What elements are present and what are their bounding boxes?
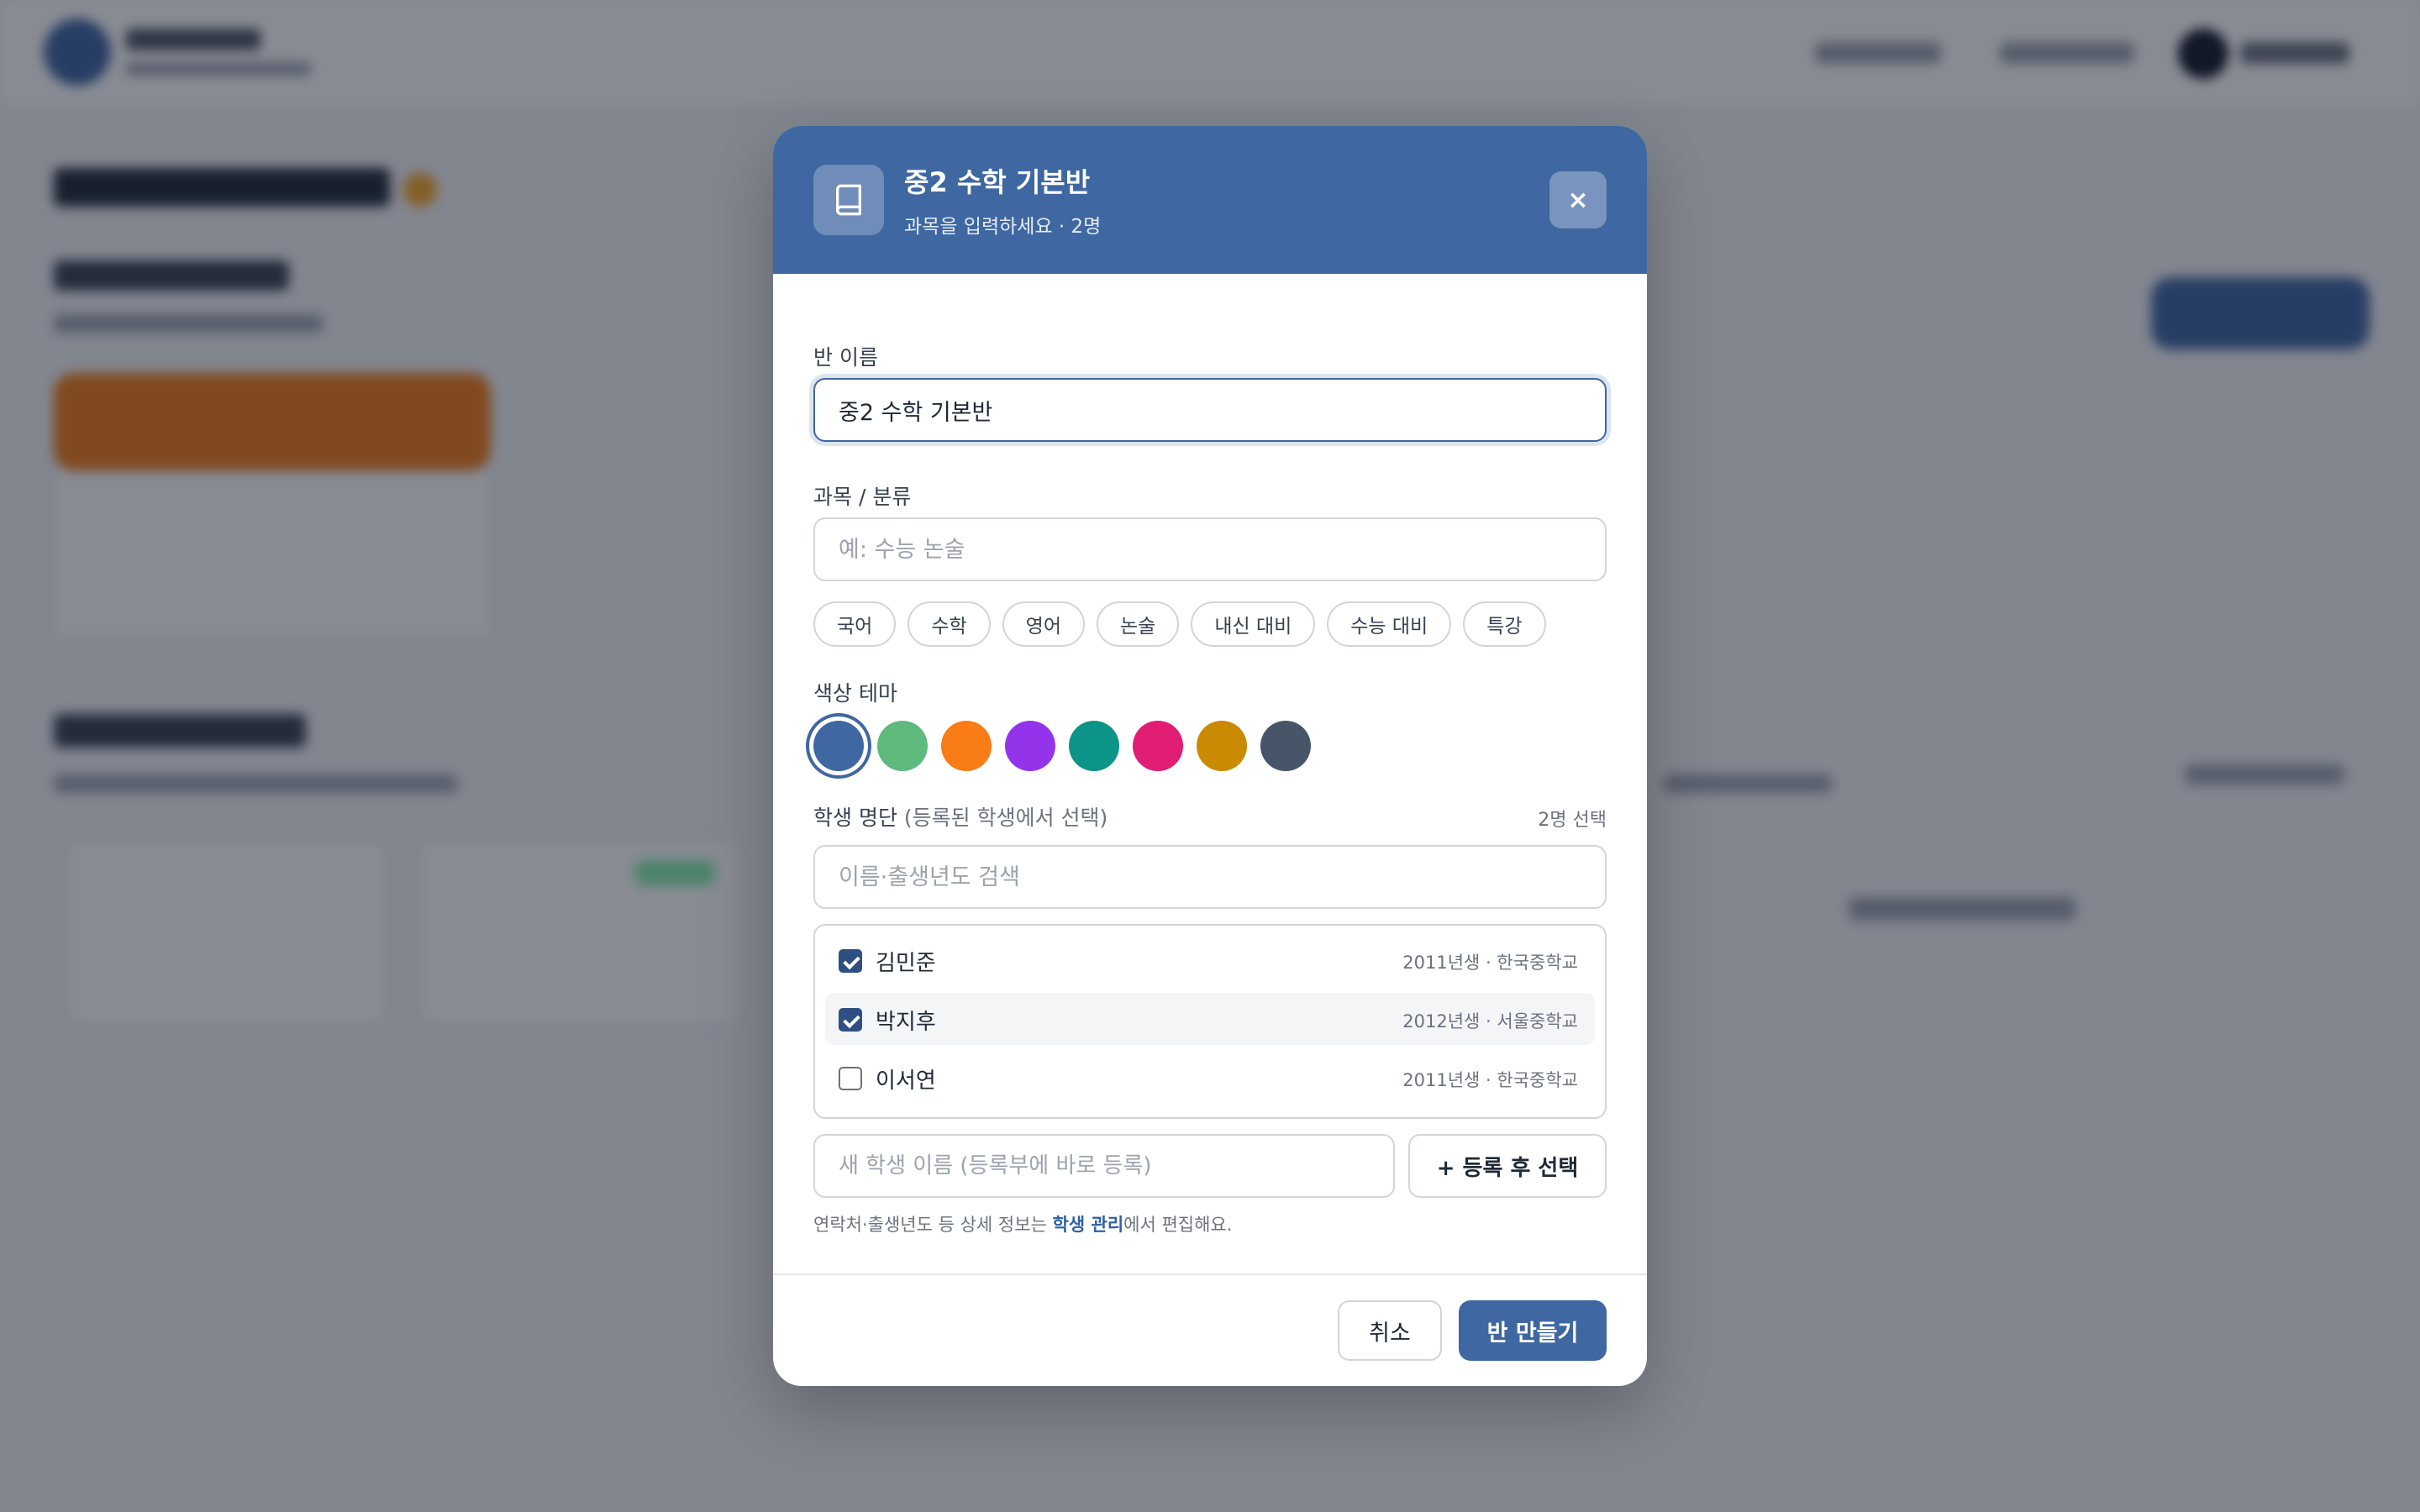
subject-label: 과목 / 분류: [813, 485, 912, 509]
color-swatch[interactable]: [941, 721, 992, 771]
create-class-modal: 중2 수학 기본반 과목을 입력하세요 · 2명 × 반 이름 과목 / 분류 …: [773, 126, 1647, 1386]
modal-subtitle: 과목을 입력하세요 · 2명: [904, 216, 1102, 238]
subject-chip[interactable]: 국어: [813, 601, 897, 647]
book-icon: [813, 165, 884, 235]
color-swatch[interactable]: [1260, 721, 1311, 771]
student-meta: 2011년생 · 한국중학교: [1402, 1070, 1578, 1090]
color-swatch[interactable]: [1133, 721, 1183, 771]
color-swatch[interactable]: [877, 721, 928, 771]
subject-chip-group: 국어 수학 영어 논술 내신 대비 수능 대비 특강: [813, 601, 1546, 647]
selected-count: 2명 선택: [1538, 810, 1607, 831]
hint-text: 연락처·출생년도 등 상세 정보는 학생 관리에서 편집해요.: [813, 1211, 1232, 1236]
subject-chip[interactable]: 수능 대비: [1327, 601, 1452, 647]
student-checkbox[interactable]: [839, 1008, 862, 1032]
color-swatch[interactable]: [1197, 721, 1247, 771]
subject-chip[interactable]: 내신 대비: [1191, 601, 1316, 647]
student-list: 김민준 2011년생 · 한국중학교 박지후 2012년생 · 서울중학교 이서…: [813, 924, 1607, 1119]
modal-header: 중2 수학 기본반 과목을 입력하세요 · 2명 ×: [773, 126, 1647, 274]
student-name: 박지후: [876, 1010, 936, 1035]
student-meta: 2011년생 · 한국중학교: [1402, 953, 1578, 973]
footer-divider: [773, 1273, 1647, 1275]
color-swatch[interactable]: [813, 721, 864, 771]
subject-chip[interactable]: 수학: [908, 601, 991, 647]
student-checkbox[interactable]: [839, 949, 862, 973]
student-meta: 2012년생 · 서울중학교: [1402, 1011, 1578, 1032]
hint-prefix: 연락처·출생년도 등 상세 정보는: [813, 1215, 1053, 1235]
new-student-input[interactable]: [813, 1134, 1395, 1198]
subject-chip[interactable]: 논술: [1096, 601, 1180, 647]
student-checkbox[interactable]: [839, 1067, 862, 1090]
color-swatch[interactable]: [1069, 721, 1119, 771]
color-theme-label: 색상 테마: [813, 681, 897, 706]
subject-chip[interactable]: 영어: [1002, 601, 1085, 647]
student-row[interactable]: 김민준 2011년생 · 한국중학교: [825, 934, 1595, 986]
roster-title: 학생 명단: [813, 806, 897, 830]
color-swatch[interactable]: [1005, 721, 1055, 771]
student-row[interactable]: 이서연 2011년생 · 한국중학교: [825, 1052, 1595, 1104]
color-swatch-group: [813, 721, 1311, 771]
student-management-link[interactable]: 학생 관리: [1053, 1215, 1124, 1235]
class-name-input[interactable]: [813, 378, 1607, 442]
class-name-label: 반 이름: [813, 345, 878, 370]
close-button[interactable]: ×: [1549, 171, 1607, 228]
student-search-input[interactable]: [813, 845, 1607, 909]
student-name: 이서연: [876, 1068, 936, 1094]
modal-title: 중2 수학 기본반: [904, 166, 1091, 198]
student-row[interactable]: 박지후 2012년생 · 서울중학교: [825, 993, 1595, 1045]
register-and-select-button[interactable]: + 등록 후 선택: [1408, 1134, 1607, 1198]
create-class-button[interactable]: 반 만들기: [1459, 1300, 1607, 1361]
roster-label: 학생 명단 (등록된 학생에서 선택): [813, 801, 1107, 832]
subject-chip[interactable]: 특강: [1463, 601, 1546, 647]
close-icon: ×: [1567, 185, 1589, 215]
subject-input[interactable]: [813, 517, 1607, 581]
cancel-button[interactable]: 취소: [1338, 1300, 1442, 1361]
hint-suffix: 에서 편집해요.: [1123, 1215, 1233, 1235]
roster-note: (등록된 학생에서 선택): [903, 806, 1108, 830]
student-name: 김민준: [876, 951, 936, 976]
